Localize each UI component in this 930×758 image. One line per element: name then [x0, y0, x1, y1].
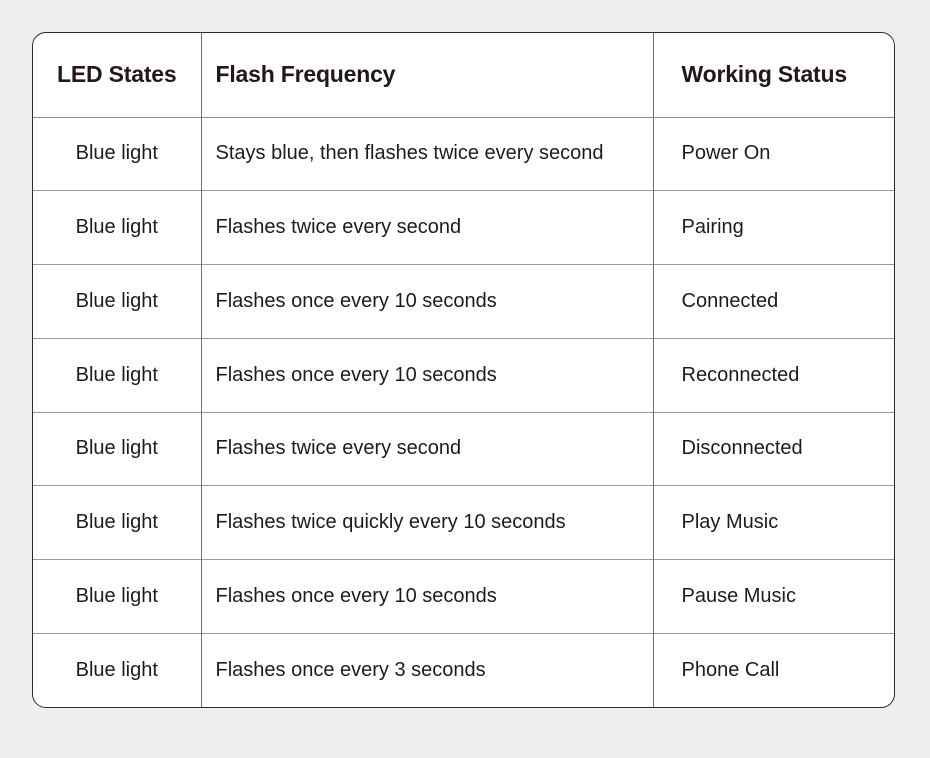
- table-row: Blue light Flashes once every 3 seconds Ph…: [33, 632, 894, 707]
- cell-flash-frequency: Flashes once every 3 seconds: [200, 632, 653, 707]
- cell-led-state: Blue light: [33, 559, 201, 634]
- table-body: Blue light Stays blue, then flashes twice…: [33, 117, 894, 707]
- column-header-flash-frequency: Flash Frequency: [200, 33, 653, 118]
- column-header-working-status: Working Status: [652, 33, 894, 118]
- cell-working-status: Phone Call: [652, 632, 894, 707]
- cell-led-state: Blue light: [33, 411, 201, 486]
- cell-led-state: Blue light: [33, 485, 201, 560]
- led-status-table: LED States Flash Frequency Working Statu…: [33, 33, 894, 707]
- cell-flash-frequency: Flashes twice quickly every 10 seconds: [200, 485, 653, 560]
- cell-led-state: Blue light: [33, 264, 201, 339]
- cell-working-status: Pairing: [652, 190, 894, 265]
- table-header-row: LED States Flash Frequency Working Statu…: [33, 33, 894, 118]
- led-status-table-card: LED States Flash Frequency Working Statu…: [32, 32, 895, 708]
- table-row: Blue light Stays blue, then flashes twice…: [33, 117, 894, 191]
- cell-flash-frequency: Flashes twice every second: [200, 411, 653, 486]
- table-row: Blue light Flashes twice every second Disc…: [33, 411, 894, 486]
- cell-working-status: Play Music: [652, 485, 894, 560]
- cell-working-status: Reconnected: [652, 337, 894, 412]
- cell-led-state: Blue light: [33, 190, 201, 265]
- cell-led-state: Blue light: [33, 337, 201, 412]
- cell-working-status: Disconnected: [652, 411, 894, 486]
- cell-flash-frequency: Stays blue, then flashes twice every sec…: [200, 117, 653, 191]
- cell-working-status: Connected: [652, 264, 894, 339]
- table-row: Blue light Flashes once every 10 seconds C…: [33, 264, 894, 339]
- cell-flash-frequency: Flashes once every 10 seconds: [200, 337, 653, 412]
- cell-flash-frequency: Flashes once every 10 seconds: [200, 559, 653, 634]
- table-row: Blue light Flashes twice every second Pair…: [33, 190, 894, 265]
- cell-working-status: Power On: [652, 117, 894, 191]
- column-header-led-states: LED States: [33, 33, 201, 118]
- table-header: LED States Flash Frequency Working Statu…: [33, 33, 894, 118]
- cell-led-state: Blue light: [75, 142, 158, 165]
- table-row: Blue light Flashes once every 10 seconds R…: [33, 337, 894, 412]
- cell-working-status: Pause Music: [652, 559, 894, 634]
- cell-led-state: Blue light: [33, 632, 201, 707]
- cell-flash-frequency: Flashes once every 10 seconds: [200, 264, 653, 339]
- cell-flash-frequency: Flashes twice every second: [200, 190, 653, 265]
- table-row: Blue light Flashes twice quickly every 10…: [33, 485, 894, 560]
- table-row: Blue light Flashes once every 10 seconds P…: [33, 559, 894, 634]
